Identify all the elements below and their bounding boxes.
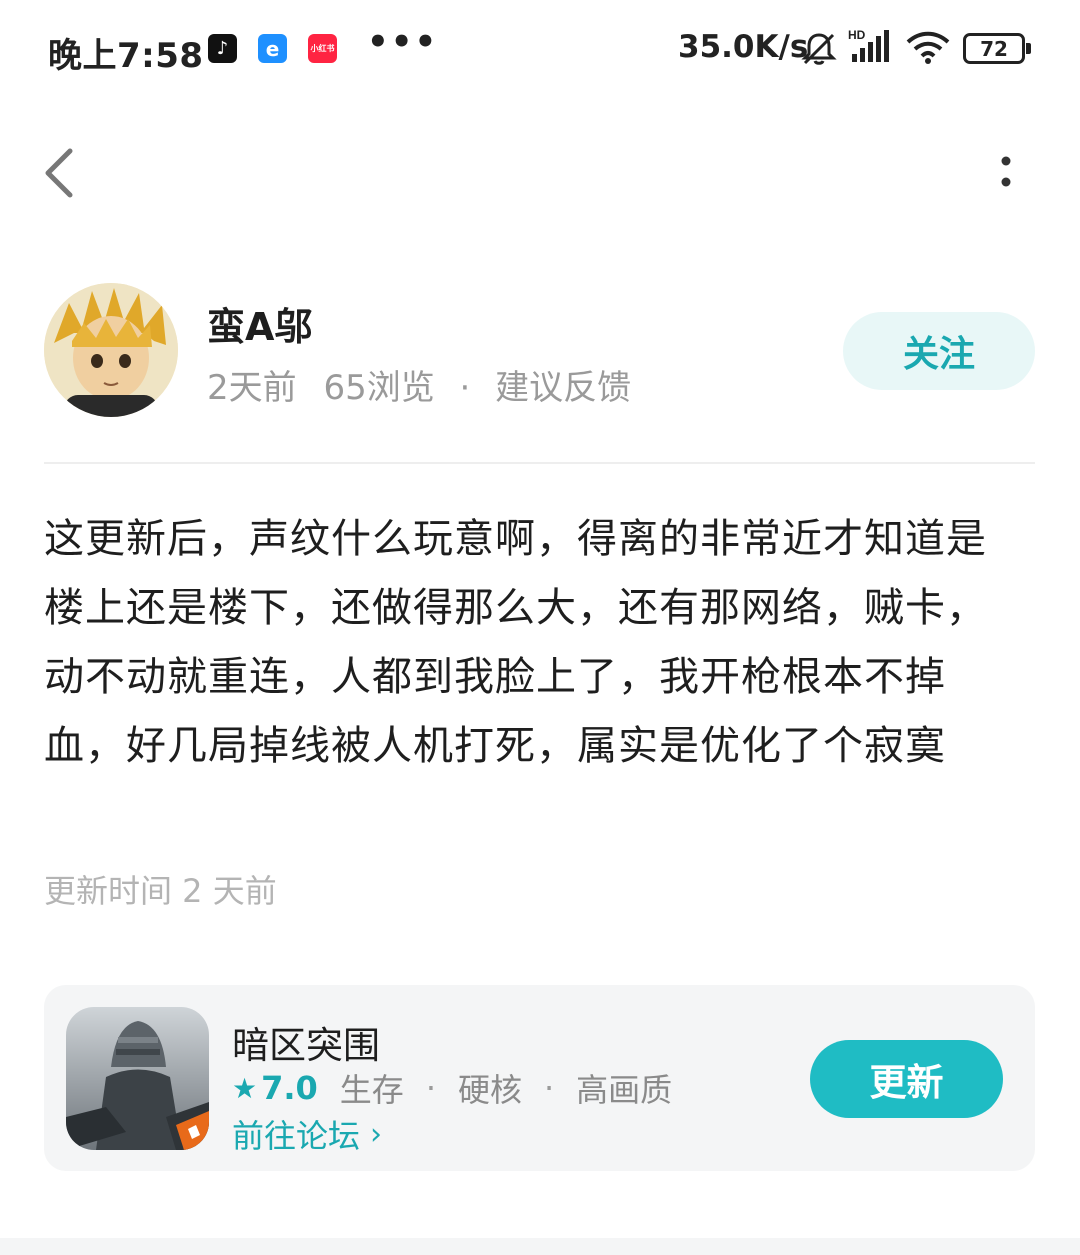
post-line: 楼上还是楼下，还做得那么大，还有那网络，贼卡， (44, 585, 987, 631)
svg-text:HD: HD (848, 28, 866, 42)
game-name[interactable]: 暗区突围 (232, 1015, 380, 1069)
battery-level: 72 (980, 36, 1008, 61)
eleme-icon: e (258, 34, 287, 63)
tiktok-icon: ♪ (208, 34, 237, 63)
post-line: 动不动就重连，人都到我脸上了，我开枪根本不掉 (44, 654, 946, 700)
game-tag: 高画质 (576, 1071, 673, 1109)
forum-link-label: 前往论坛 (232, 1117, 361, 1155)
battery-icon: 72 (963, 33, 1025, 64)
post-content: 这更新后，声纹什么玩意啊，得离的非常近才知道是 楼上还是楼下，还做得那么大，还有… (44, 505, 1039, 781)
mute-bell-icon (801, 33, 837, 65)
xiaohongshu-icon: 小红书 (308, 34, 337, 63)
post-category[interactable]: 建议反馈 (495, 368, 631, 408)
update-time: 更新时间 2 天前 (44, 872, 277, 910)
game-icon[interactable] (66, 1007, 209, 1150)
divider (44, 462, 1035, 464)
game-meta: ★ 7.0 生存 · 硬核 · 高画质 (232, 1065, 672, 1111)
avatar-image (44, 283, 178, 417)
author-name[interactable]: 蛮A邬 (207, 296, 312, 351)
chevron-left-icon[interactable] (38, 145, 84, 201)
avatar[interactable] (44, 283, 178, 417)
game-score: 7.0 (261, 1069, 318, 1107)
game-cover-image (66, 1007, 209, 1150)
game-tag: 硬核 (457, 1071, 522, 1109)
post-time: 2天前 (207, 368, 297, 408)
post-line: 血，好几局掉线被人机打死，属实是优化了个寂寞 (44, 723, 946, 769)
more-notifications-icon: ••• (367, 22, 439, 62)
network-speed: 35.0K/s (678, 29, 809, 65)
follow-button[interactable]: 关注 (843, 312, 1035, 390)
more-vertical-icon[interactable] (990, 152, 1022, 194)
game-card[interactable]: 暗区突围 ★ 7.0 生存 · 硬核 · 高画质 前往论坛 › 更新 (44, 985, 1035, 1171)
post-meta: 2天前 65浏览 · 建议反馈 (207, 360, 631, 409)
forum-link[interactable]: 前往论坛 › (232, 1111, 382, 1157)
bottom-bar-edge (0, 1238, 1080, 1255)
post-line: 这更新后，声纹什么玩意啊，得离的非常近才知道是 (44, 516, 987, 562)
status-bar: 晚上7:58 ♪ e 小红书 ••• 35.0K/s HD 72 (0, 0, 1080, 96)
tag-separator: · (544, 1069, 555, 1107)
post-detail-page: 晚上7:58 ♪ e 小红书 ••• 35.0K/s HD 72 蛮A邬 2天前… (0, 0, 1080, 1255)
tag-separator: · (425, 1069, 436, 1107)
status-time: 晚上7:58 (48, 36, 204, 76)
chevron-right-icon: › (370, 1116, 383, 1152)
meta-separator: · (459, 368, 471, 408)
signal-hd-icon: HD (848, 28, 889, 62)
post-views: 65浏览 (323, 368, 435, 408)
update-button[interactable]: 更新 (810, 1040, 1003, 1118)
game-tag: 生存 (339, 1071, 404, 1109)
battery-tip (1026, 43, 1031, 54)
wifi-icon (906, 31, 950, 64)
star-icon: ★ (232, 1071, 258, 1105)
